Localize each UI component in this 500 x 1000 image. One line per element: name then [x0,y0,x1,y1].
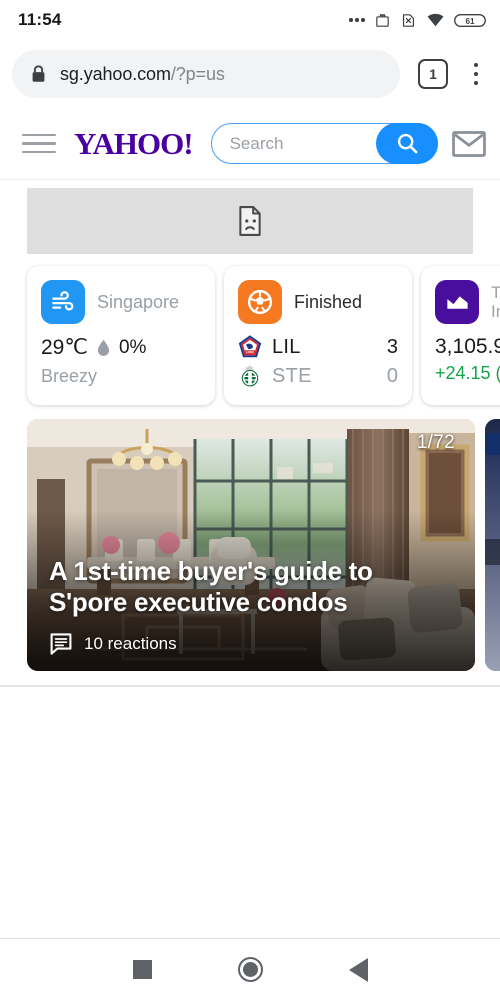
carousel-counter: 1/72 [416,432,455,453]
comment-bubble-icon [50,633,72,655]
news-reactions-count: 10 reactions [84,634,177,653]
line-chart-icon [435,280,479,324]
weather-temperature: 29℃ [41,336,88,359]
soccer-ball-icon [238,280,282,324]
finance-index-name: TiIn [491,282,500,321]
empty-content-area [0,686,500,926]
sports-team-row: LOSC LIL 3 [238,335,398,359]
weather-precipitation: 0% [118,336,147,358]
news-card[interactable]: 1/72 A 1st-time buyer's guide to S'pore … [27,419,475,671]
losc-lille-crest-icon: LOSC [238,335,262,358]
saint-etienne-crest-icon [241,364,259,387]
svg-text:LOSC: LOSC [246,350,255,354]
broken-image-icon [239,206,261,236]
news-headline[interactable]: A 1st-time buyer's guide to S'pore execu… [49,556,453,618]
sports-team-score: 0 [386,364,398,387]
sports-card[interactable]: Finished LOSC LIL 3 STE 0 [224,266,412,405]
sports-card-header: Finished [238,280,398,324]
mail-envelope-icon[interactable] [452,130,486,157]
battery-icon: 61 [454,13,486,27]
android-navigation-bar [0,938,500,1000]
search-icon [397,133,418,154]
info-card-strip[interactable]: Singapore 29℃ 0% Breezy Finished LOSC LI… [0,254,500,419]
sports-team-code: STE [272,364,312,387]
browser-menu-button[interactable] [462,62,490,86]
battery-level-text: 61 [466,16,475,25]
sports-team-row: STE 0 [238,364,398,388]
weather-location: Singapore [97,291,180,312]
weather-card[interactable]: Singapore 29℃ 0% Breezy [27,266,215,405]
sports-team-score: 3 [386,335,398,358]
no-sim-card-icon [402,13,415,27]
finance-card[interactable]: TiIn 3,105.9 +24.15 ( [421,266,500,405]
status-bar-icons: 61 [349,12,486,29]
search-submit-button[interactable] [376,123,439,164]
sports-status: Finished [294,291,363,312]
browser-toolbar: sg.yahoo.com/?p=us 1 [0,40,500,108]
circle-home-icon[interactable] [237,957,263,982]
finance-change: +24.15 ( [435,363,500,383]
yahoo-logo[interactable]: YAHOO! [74,128,194,159]
news-reactions[interactable]: 10 reactions [49,633,453,655]
search-input[interactable]: Search [212,134,377,154]
triangle-back-icon[interactable] [348,957,368,982]
water-drop-icon [97,339,110,356]
weather-card-header: Singapore [41,280,201,324]
wind-icon [41,280,85,324]
news-carousel[interactable]: 1/72 A 1st-time buyer's guide to S'pore … [0,419,500,671]
hamburger-menu-icon[interactable] [22,133,56,154]
search-bar[interactable]: Search [210,123,439,164]
yahoo-site-header: YAHOO! Search [0,108,500,180]
work-profile-briefcase-icon [376,13,389,27]
url-text: sg.yahoo.com/?p=us [60,64,225,85]
broken-image-banner [27,188,473,254]
lock-icon [32,65,45,82]
android-status-bar: 11:54 61 [0,0,500,40]
url-path: /?p=us [170,63,225,84]
wifi-icon [427,13,444,26]
tab-counter-button[interactable]: 1 [418,59,448,89]
status-bar-clock: 11:54 [18,10,62,29]
square-recents-icon[interactable] [132,960,152,979]
web-page-viewport: YAHOO! Search Singapore 29℃ 0% Breezy Fi… [0,108,500,938]
url-omnibox[interactable]: sg.yahoo.com/?p=us [12,50,400,98]
more-dots-icon [349,18,365,22]
weather-readings: 29℃ 0% [41,335,201,360]
news-card-body: A 1st-time buyer's guide to S'pore execu… [49,556,453,655]
news-card-next-photo [485,419,500,671]
finance-card-header: TiIn [435,280,500,324]
sports-team-code: LIL [272,335,301,358]
finance-quote: 3,105.9 [435,335,500,358]
weather-condition: Breezy [41,366,98,386]
news-card-next-peek[interactable] [485,419,500,671]
url-domain: sg.yahoo.com [60,63,171,84]
